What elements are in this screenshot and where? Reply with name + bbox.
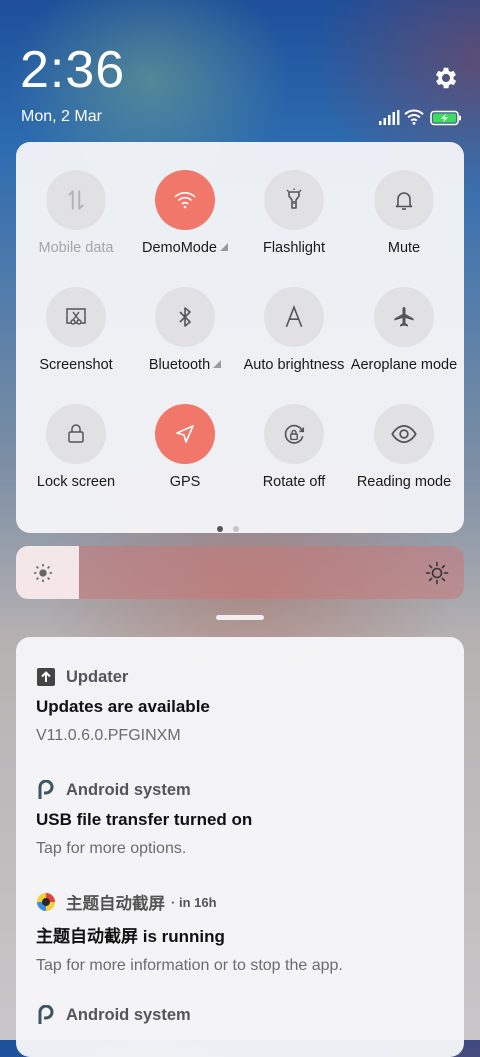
tile-label: DemoMode: [123, 240, 247, 256]
tile-label: Auto brightness: [243, 357, 345, 373]
android-system-icon: [36, 1005, 56, 1025]
tile-label-text: DemoMode: [142, 240, 217, 256]
tile-label: Aeroplane mode: [350, 357, 458, 373]
bluetooth-icon: [155, 287, 215, 347]
notification-title: Updates are available: [36, 697, 210, 716]
notification-theme-screenshot[interactable]: 主题自动截屏 · in 16h 主题自动截屏 is running Tap fo…: [36, 890, 456, 975]
battery-charging-icon: [430, 110, 462, 126]
notification-android-system-2[interactable]: Android system: [36, 1003, 456, 1027]
gear-icon[interactable]: [432, 64, 460, 92]
notification-header: 主题自动截屏 · in 16h: [36, 890, 456, 914]
notification-panel: Updater Updates are available V11.0.6.0.…: [16, 637, 464, 1057]
auto-brightness-icon: [264, 287, 324, 347]
location-icon: [155, 404, 215, 464]
tile-label: Mobile data: [38, 240, 114, 256]
notification-text: Tap for more information or to stop the …: [36, 957, 343, 974]
airplane-icon: [374, 287, 434, 347]
expand-arrow-icon: [219, 243, 228, 251]
page-dot-active: [217, 526, 223, 532]
flashlight-icon: [264, 170, 324, 230]
tile-label: GPS: [169, 474, 201, 490]
tile-label: Mute: [387, 240, 421, 256]
rotate-lock-icon: [264, 404, 324, 464]
brightness-slider[interactable]: [16, 546, 464, 599]
tile-label-text: Bluetooth: [148, 357, 211, 373]
clock: 2:36: [20, 41, 126, 99]
tile-label: Rotate off: [262, 474, 326, 490]
tile-mute[interactable]: Mute: [348, 170, 460, 282]
notification-time: · in 16h: [171, 894, 217, 910]
tile-aeroplane-mode[interactable]: Aeroplane mode: [348, 287, 460, 399]
tile-bluetooth[interactable]: Bluetooth: [129, 287, 241, 399]
tile-gps[interactable]: GPS: [129, 404, 241, 516]
date: Mon, 2 Mar: [21, 108, 102, 125]
tile-label: Lock screen: [36, 474, 116, 490]
wifi-icon: [155, 170, 215, 230]
app-name: Android system: [66, 1005, 191, 1024]
notification-header: Android system: [36, 1003, 456, 1027]
app-name: 主题自动截屏: [66, 895, 165, 913]
app-name: Android system: [66, 780, 191, 799]
android-system-icon: [36, 780, 56, 800]
tile-label: Bluetooth: [123, 357, 247, 373]
notification-text: V11.0.6.0.PFGINXM: [36, 727, 181, 744]
notification-header: Android system: [36, 778, 456, 802]
bell-icon: [374, 170, 434, 230]
tile-flashlight[interactable]: Flashlight: [238, 170, 350, 282]
wifi-icon: [403, 108, 425, 126]
tile-lock-screen[interactable]: Lock screen: [20, 404, 132, 516]
tile-label: Flashlight: [262, 240, 326, 256]
signal-icon: [378, 110, 400, 126]
app-name: Updater: [66, 667, 129, 686]
tile-rotate-off[interactable]: Rotate off: [238, 404, 350, 516]
notification-android-system[interactable]: Android system USB file transfer turned …: [36, 778, 456, 858]
tile-screenshot[interactable]: Screenshot: [20, 287, 132, 399]
notification-text: Tap for more options.: [36, 840, 187, 857]
brightness-low-icon: [32, 562, 54, 584]
eye-icon: [374, 404, 434, 464]
brightness-high-icon: [425, 561, 449, 585]
notification-header: Updater: [36, 665, 456, 689]
notification-updater[interactable]: Updater Updates are available V11.0.6.0.…: [36, 665, 456, 745]
tile-label: Reading mode: [356, 474, 452, 490]
drag-handle[interactable]: [216, 615, 264, 620]
mobile-data-icon: [46, 170, 106, 230]
tile-mobile-data[interactable]: Mobile data: [20, 170, 132, 282]
expand-arrow-icon: [213, 360, 222, 368]
tile-demomode[interactable]: DemoMode: [129, 170, 241, 282]
quick-settings-panel: Mobile data DemoMode Flashlight Mute Scr…: [16, 142, 464, 533]
lock-icon: [46, 404, 106, 464]
tile-reading-mode[interactable]: Reading mode: [348, 404, 460, 516]
tile-auto-brightness[interactable]: Auto brightness: [238, 287, 350, 399]
notification-title: 主题自动截屏 is running: [36, 927, 225, 946]
time-text: in 16h: [178, 894, 217, 910]
page-indicator: [212, 519, 244, 537]
page-dot: [233, 526, 239, 532]
tile-label: Screenshot: [39, 357, 113, 373]
screenshot-icon: [46, 287, 106, 347]
theme-app-icon: [36, 892, 56, 912]
notification-title: USB file transfer turned on: [36, 810, 253, 829]
upload-arrow-icon: [36, 667, 56, 687]
